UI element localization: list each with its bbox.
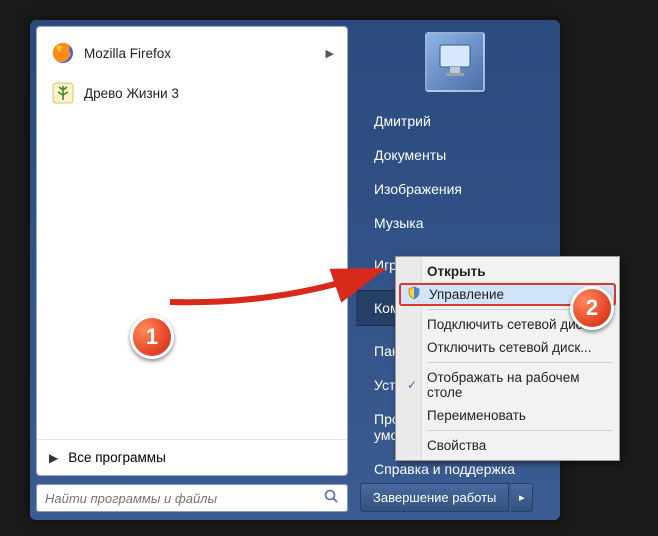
- ctx-show-desktop[interactable]: ✓ Отображать на рабочем столе: [399, 366, 616, 404]
- all-programs-label: Все программы: [68, 450, 166, 465]
- submenu-arrow-icon: ▶: [326, 47, 334, 60]
- start-left-panel: Mozilla Firefox ▶ Древо Жизни 3 ▶ Все пр…: [36, 26, 348, 476]
- recent-item-label: Древо Жизни 3: [84, 86, 179, 101]
- shutdown-button[interactable]: Завершение работы: [360, 483, 509, 512]
- right-link-documents[interactable]: Документы: [356, 138, 554, 172]
- ctx-disconnect-drive[interactable]: Отключить сетевой диск...: [399, 336, 616, 359]
- right-link-pictures[interactable]: Изображения: [356, 172, 554, 206]
- user-picture[interactable]: [425, 32, 485, 92]
- right-link-music[interactable]: Музыка: [356, 206, 554, 240]
- ctx-open[interactable]: Открыть: [399, 260, 616, 283]
- annotation-badge-1: 1: [130, 315, 174, 359]
- check-icon: ✓: [403, 378, 421, 392]
- recent-item-tree[interactable]: Древо Жизни 3: [41, 73, 343, 113]
- recent-programs-list: Mozilla Firefox ▶ Древо Жизни 3: [37, 27, 347, 117]
- arrow-right-icon: ▶: [49, 451, 58, 465]
- search-input[interactable]: [45, 491, 323, 506]
- annotation-arrow: [160, 260, 390, 320]
- all-programs[interactable]: ▶ Все программы: [37, 439, 347, 475]
- ctx-rename[interactable]: Переименовать: [399, 404, 616, 427]
- ctx-properties[interactable]: Свойства: [399, 434, 616, 457]
- shutdown-options-arrow[interactable]: ▸: [511, 483, 533, 512]
- firefox-icon: [50, 40, 76, 66]
- shutdown-group: Завершение работы ▸: [360, 483, 533, 512]
- search-box[interactable]: [36, 484, 348, 512]
- annotation-badge-2: 2: [570, 286, 614, 330]
- search-icon: [323, 488, 339, 509]
- recent-item-firefox[interactable]: Mozilla Firefox ▶: [41, 33, 343, 73]
- recent-item-label: Mozilla Firefox: [84, 46, 171, 61]
- search-row: [36, 482, 348, 514]
- monitor-icon: [432, 39, 478, 85]
- shield-icon: [405, 286, 423, 303]
- tree-icon: [50, 80, 76, 106]
- right-link-user[interactable]: Дмитрий: [356, 104, 554, 138]
